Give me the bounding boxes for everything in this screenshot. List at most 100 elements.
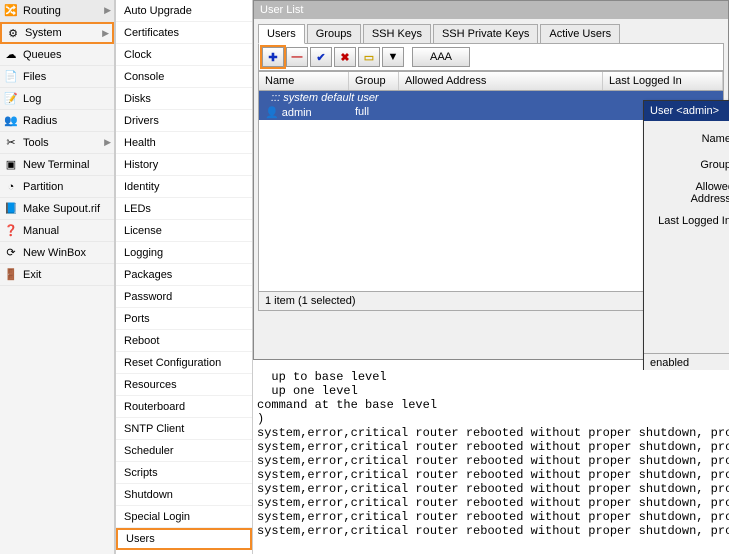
submenu-item-disks[interactable]: Disks xyxy=(116,88,252,110)
exit-icon: 🚪 xyxy=(3,267,19,283)
sidebar-item-tools[interactable]: ✂ Tools ▶ xyxy=(0,132,114,154)
submenu-item-console[interactable]: Console xyxy=(116,66,252,88)
sidebar-item-queues[interactable]: ☁ Queues xyxy=(0,44,114,66)
col-name[interactable]: Name xyxy=(259,72,349,90)
dialog-form: Name: Group: ◆ Allowed Address: ◆ xyxy=(650,129,729,345)
sidebar-item-routing[interactable]: 🔀 Routing ▶ xyxy=(0,0,114,22)
sidebar-label: New Terminal xyxy=(23,159,89,171)
sidebar-label: Manual xyxy=(23,225,59,237)
enable-button[interactable]: ✔ xyxy=(310,47,332,67)
submenu-item-clock[interactable]: Clock xyxy=(116,44,252,66)
main-sidebar: 🔀 Routing ▶ ⚙ System ▶ ☁ Queues 📄 Files … xyxy=(0,0,115,554)
col-group[interactable]: Group xyxy=(349,72,399,90)
submenu-item-leds[interactable]: LEDs xyxy=(116,198,252,220)
sidebar-item-partition[interactable]: ◔ Partition xyxy=(0,176,114,198)
last-label: Last Logged In: xyxy=(650,215,729,227)
manual-icon: ❓ xyxy=(3,223,19,239)
sidebar-item-new-terminal[interactable]: ▣ New Terminal xyxy=(0,154,114,176)
system-icon: ⚙ xyxy=(5,25,21,41)
dialog-title: User <admin> xyxy=(650,105,719,117)
sidebar-item-files[interactable]: 📄 Files xyxy=(0,66,114,88)
sidebar-label: Queues xyxy=(23,49,62,61)
group-label: Group: xyxy=(650,159,729,171)
col-allowed-address[interactable]: Allowed Address xyxy=(399,72,603,90)
comment-button[interactable]: ▭ xyxy=(358,47,380,67)
sidebar-item-new-winbox[interactable]: ⟳ New WinBox xyxy=(0,242,114,264)
tools-icon: ✂ xyxy=(3,135,19,151)
winbox-icon: ⟳ xyxy=(3,245,19,261)
user-list-toolbar: ✚ — ✔ ✖ ▭ ▼ AAA xyxy=(258,43,724,71)
sidebar-item-manual[interactable]: ❓ Manual xyxy=(0,220,114,242)
submenu-item-reboot[interactable]: Reboot xyxy=(116,330,252,352)
add-button[interactable]: ✚ xyxy=(262,47,284,67)
grid-header: Name Group Allowed Address Last Logged I… xyxy=(259,72,723,91)
sidebar-label: New WinBox xyxy=(23,247,86,259)
submenu-item-scheduler[interactable]: Scheduler xyxy=(116,440,252,462)
sidebar-label: Log xyxy=(23,93,41,105)
sidebar-label: Files xyxy=(23,71,46,83)
tab-ssh-private-keys[interactable]: SSH Private Keys xyxy=(433,24,538,44)
sidebar-item-supout[interactable]: 📘 Make Supout.rif xyxy=(0,198,114,220)
filter-button[interactable]: ▼ xyxy=(382,47,404,67)
submenu-item-routerboard[interactable]: Routerboard xyxy=(116,396,252,418)
radius-icon: 👥 xyxy=(3,113,19,129)
sidebar-label: System xyxy=(25,27,62,39)
remove-button[interactable]: — xyxy=(286,47,308,67)
user-list-tabs: UsersGroupsSSH KeysSSH Private KeysActiv… xyxy=(254,23,728,43)
sidebar-item-radius[interactable]: 👥 Radius xyxy=(0,110,114,132)
submenu-item-password[interactable]: Password xyxy=(116,286,252,308)
queues-icon: ☁ xyxy=(3,47,19,63)
terminal-output[interactable]: up to base level up one level command at… xyxy=(253,370,729,554)
supout-icon: 📘 xyxy=(3,201,19,217)
user-properties-dialog: User <admin> ▫ ✕ Name: Group: ◆ xyxy=(643,100,729,373)
user-icon: 👤 xyxy=(265,106,279,119)
routing-icon: 🔀 xyxy=(3,3,19,19)
submenu-item-reset-configuration[interactable]: Reset Configuration xyxy=(116,352,252,374)
submenu-item-drivers[interactable]: Drivers xyxy=(116,110,252,132)
aaa-button[interactable]: AAA xyxy=(412,47,470,67)
submenu-item-logging[interactable]: Logging xyxy=(116,242,252,264)
dialog-titlebar[interactable]: User <admin> ▫ ✕ xyxy=(644,101,729,121)
sidebar-label: Tools xyxy=(23,137,49,149)
tab-ssh-keys[interactable]: SSH Keys xyxy=(363,24,431,44)
cell-name: admin xyxy=(282,107,312,119)
cell-group: full xyxy=(349,105,399,120)
submenu-item-auto-upgrade[interactable]: Auto Upgrade xyxy=(116,0,252,22)
chevron-right-icon: ▶ xyxy=(104,5,111,16)
main-area: User List UsersGroupsSSH KeysSSH Private… xyxy=(253,0,729,554)
tab-groups[interactable]: Groups xyxy=(307,24,361,44)
sidebar-label: Routing xyxy=(23,5,61,17)
submenu-item-scripts[interactable]: Scripts xyxy=(116,462,252,484)
submenu-item-packages[interactable]: Packages xyxy=(116,264,252,286)
sidebar-item-system[interactable]: ⚙ System ▶ xyxy=(0,22,114,44)
log-icon: 📝 xyxy=(3,91,19,107)
tab-active-users[interactable]: Active Users xyxy=(540,24,620,44)
submenu-item-users[interactable]: Users xyxy=(116,528,252,550)
addr-label: Allowed Address: xyxy=(650,181,729,205)
name-label: Name: xyxy=(650,133,729,145)
tab-users[interactable]: Users xyxy=(258,24,305,44)
submenu-item-license[interactable]: License xyxy=(116,220,252,242)
sidebar-label: Radius xyxy=(23,115,57,127)
submenu-item-certificates[interactable]: Certificates xyxy=(116,22,252,44)
submenu-item-health[interactable]: Health xyxy=(116,132,252,154)
submenu-item-shutdown[interactable]: Shutdown xyxy=(116,484,252,506)
submenu-item-identity[interactable]: Identity xyxy=(116,176,252,198)
submenu-item-special-login[interactable]: Special Login xyxy=(116,506,252,528)
sidebar-item-exit[interactable]: 🚪 Exit xyxy=(0,264,114,286)
sidebar-label: Partition xyxy=(23,181,63,193)
submenu-item-ports[interactable]: Ports xyxy=(116,308,252,330)
window-title: User List xyxy=(254,1,728,19)
chevron-right-icon: ▶ xyxy=(102,28,109,39)
submenu-item-sntp-client[interactable]: SNTP Client xyxy=(116,418,252,440)
files-icon: 📄 xyxy=(3,69,19,85)
partition-icon: ◔ xyxy=(3,179,19,195)
disable-button[interactable]: ✖ xyxy=(334,47,356,67)
submenu-item-resources[interactable]: Resources xyxy=(116,374,252,396)
system-submenu: Auto UpgradeCertificatesClockConsoleDisk… xyxy=(115,0,253,554)
sidebar-item-log[interactable]: 📝 Log xyxy=(0,88,114,110)
col-last-logged[interactable]: Last Logged In xyxy=(603,72,723,90)
submenu-item-history[interactable]: History xyxy=(116,154,252,176)
chevron-right-icon: ▶ xyxy=(104,137,111,148)
terminal-icon: ▣ xyxy=(3,157,19,173)
